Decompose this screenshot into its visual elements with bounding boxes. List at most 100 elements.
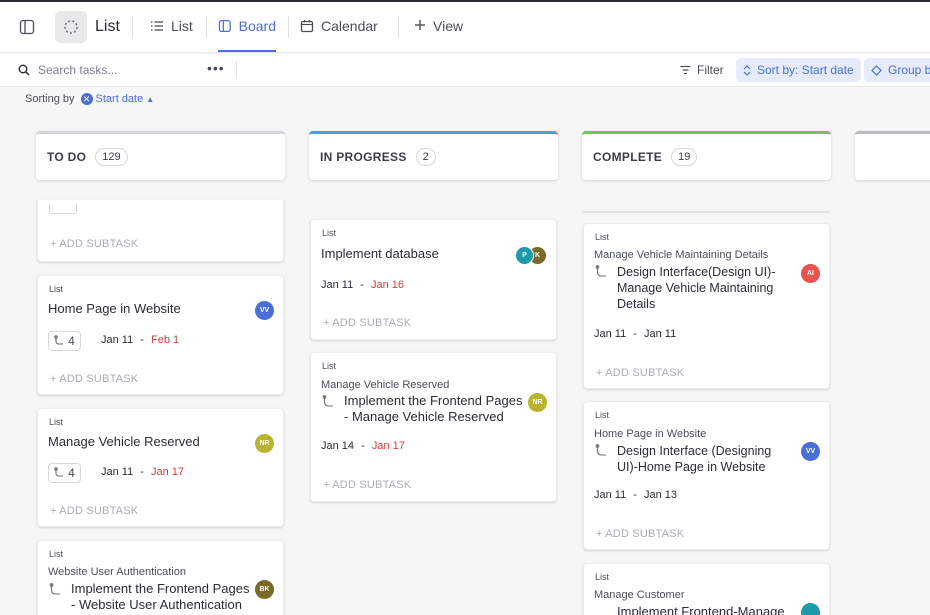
card-title[interactable]: Implement database (321, 246, 439, 262)
card-title-line: UI)-Home Page in Website (617, 460, 766, 474)
start-date: Jan 11 (101, 334, 134, 346)
card-parent-task[interactable]: Home Page in Website (594, 428, 706, 440)
card-title[interactable]: Implement the Frontend Pages - Website U… (71, 581, 250, 613)
card-title-line: Manage Vehicle Maintaining (617, 281, 774, 295)
avatar[interactable]: VV (255, 301, 274, 320)
column-header-todo[interactable]: TO DO 129 (36, 131, 285, 180)
date-separator: - (140, 466, 144, 478)
add-subtask-button[interactable]: + ADD SUBTASK (50, 505, 138, 517)
avatar[interactable]: P (515, 246, 534, 265)
tab-list[interactable]: List (150, 16, 193, 52)
group-button[interactable]: Group b (864, 58, 930, 82)
column-header-complete[interactable]: COMPLETE 19 (582, 131, 831, 180)
add-subtask-button[interactable]: + ADD SUBTASK (323, 317, 411, 329)
task-card[interactable]: List Manage Vehicle Reserved Implement t… (310, 352, 557, 502)
date-separator: - (633, 328, 637, 340)
avatar[interactable]: NR (528, 393, 547, 412)
layers-icon (871, 64, 882, 76)
search-input[interactable]: Search tasks... (18, 63, 117, 77)
add-view-label: View (433, 18, 464, 34)
list-status-icon[interactable] (55, 11, 87, 43)
card-title-line: - Website User Authentication (71, 597, 243, 612)
avatar[interactable]: AI (801, 264, 820, 283)
sorting-label: Sorting by (25, 93, 75, 105)
avatar[interactable] (801, 603, 820, 615)
sidebar-toggle-icon[interactable] (18, 18, 36, 36)
tab-calendar[interactable]: Calendar (300, 16, 378, 52)
card-list-name: List (595, 410, 610, 420)
task-card[interactable]: + ADD SUBTASK (37, 200, 284, 262)
start-date: Jan 11 (594, 489, 627, 501)
card-list-name: List (49, 417, 64, 427)
task-card[interactable]: List Implement database K P Jan 11 - Jan… (310, 219, 557, 340)
card-title-line: - Manage Vehicle Reserved (344, 409, 504, 424)
sort-chip[interactable]: ✕ Start date ▲ (80, 93, 154, 105)
task-card[interactable]: List Manage Vehicle Maintaining Details … (583, 223, 830, 389)
add-subtask-button[interactable]: + ADD SUBTASK (596, 528, 684, 540)
task-card[interactable]: List Website User Authentication Impleme… (37, 540, 284, 615)
card-title[interactable]: Home Page in Website (48, 301, 181, 317)
tab-board-label: Board (238, 18, 276, 34)
card-dates[interactable]: Jan 11 - Jan 17 (101, 466, 184, 478)
card-parent-task[interactable]: Website User Authentication (48, 566, 186, 578)
avatar[interactable]: NR (255, 434, 274, 453)
subtask-count: 4 (68, 466, 75, 480)
subtask-count-badge[interactable]: 4 (48, 463, 81, 483)
subtask-icon (54, 335, 64, 345)
date-separator: - (140, 334, 144, 346)
search-placeholder: Search tasks... (38, 63, 118, 77)
start-date: Jan 11 (594, 328, 627, 340)
card-list-name: List (49, 284, 64, 294)
more-options-icon[interactable]: ••• (207, 60, 225, 76)
column-count: 129 (95, 148, 128, 166)
filter-button[interactable]: Filter (680, 63, 724, 77)
card-title-line: Design Interface(Design UI)- (617, 265, 776, 279)
add-subtask-button[interactable]: + ADD SUBTASK (323, 479, 411, 491)
card-parent-task[interactable]: Manage Customer (594, 589, 685, 601)
due-date: Jan 16 (371, 279, 405, 291)
task-card[interactable]: List Manage Customer Implement Frontend-… (583, 563, 830, 615)
card-title[interactable]: Manage Vehicle Reserved (48, 434, 200, 450)
card-title[interactable]: Implement Frontend-Manage (617, 604, 785, 615)
task-card[interactable]: List Home Page in Website VV 4 Jan 11 - … (37, 275, 284, 395)
tab-board[interactable]: Board (218, 16, 276, 52)
add-subtask-button[interactable]: + ADD SUBTASK (50, 373, 138, 385)
column-header-in-progress[interactable]: IN PROGRESS 2 (309, 131, 558, 180)
avatar[interactable]: BK (255, 580, 274, 599)
card-dates[interactable]: Jan 11 - Feb 1 (101, 334, 179, 346)
close-icon[interactable]: ✕ (80, 93, 93, 105)
subtask-icon (49, 583, 60, 595)
sort-label: Sort by: Start date (757, 63, 854, 77)
card-dates[interactable]: Jan 11 - Jan 16 (321, 279, 404, 291)
card-parent-task[interactable]: Manage Vehicle Reserved (321, 379, 449, 391)
task-card[interactable]: List Manage Vehicle Reserved NR 4 Jan 11… (37, 408, 284, 527)
add-subtask-button[interactable]: + ADD SUBTASK (50, 238, 138, 250)
column-header-next[interactable] (855, 131, 930, 180)
card-dates[interactable]: Jan 11 - Jan 11 (594, 328, 676, 340)
sorting-indicator: Sorting by ✕ Start date ▲ (25, 93, 154, 105)
card-parent-task[interactable]: Manage Vehicle Maintaining Details (594, 249, 768, 261)
start-date: Jan 14 (321, 440, 355, 452)
divider (398, 16, 399, 38)
card-list-name: List (322, 228, 337, 238)
add-view-button[interactable]: View (414, 16, 463, 52)
avatar[interactable]: VV (801, 442, 820, 461)
card-list-name: List (49, 549, 64, 559)
tab-list-label: List (171, 18, 193, 34)
start-date: Jan 11 (101, 466, 134, 478)
column-name: TO DO (47, 150, 87, 164)
card-title-line: Implement the Frontend Pages (344, 393, 523, 408)
subtask-count-badge[interactable]: 4 (48, 331, 81, 351)
task-card[interactable]: List Home Page in Website Design Interfa… (583, 401, 830, 550)
due-date: Jan 17 (371, 440, 405, 452)
subtask-count: 4 (68, 334, 75, 348)
card-title[interactable]: Design Interface(Design UI)- Manage Vehi… (617, 264, 775, 312)
add-subtask-button[interactable]: + ADD SUBTASK (596, 367, 684, 379)
subtask-icon (54, 467, 64, 477)
card-title[interactable]: Design Interface (Designing UI)-Home Pag… (617, 443, 771, 475)
column-name: COMPLETE (593, 150, 663, 164)
sort-button[interactable]: Sort by: Start date (736, 58, 861, 82)
card-dates[interactable]: Jan 14 - Jan 17 (321, 440, 405, 452)
card-dates[interactable]: Jan 11 - Jan 13 (594, 489, 677, 501)
card-title[interactable]: Implement the Frontend Pages - Manage Ve… (344, 393, 523, 425)
